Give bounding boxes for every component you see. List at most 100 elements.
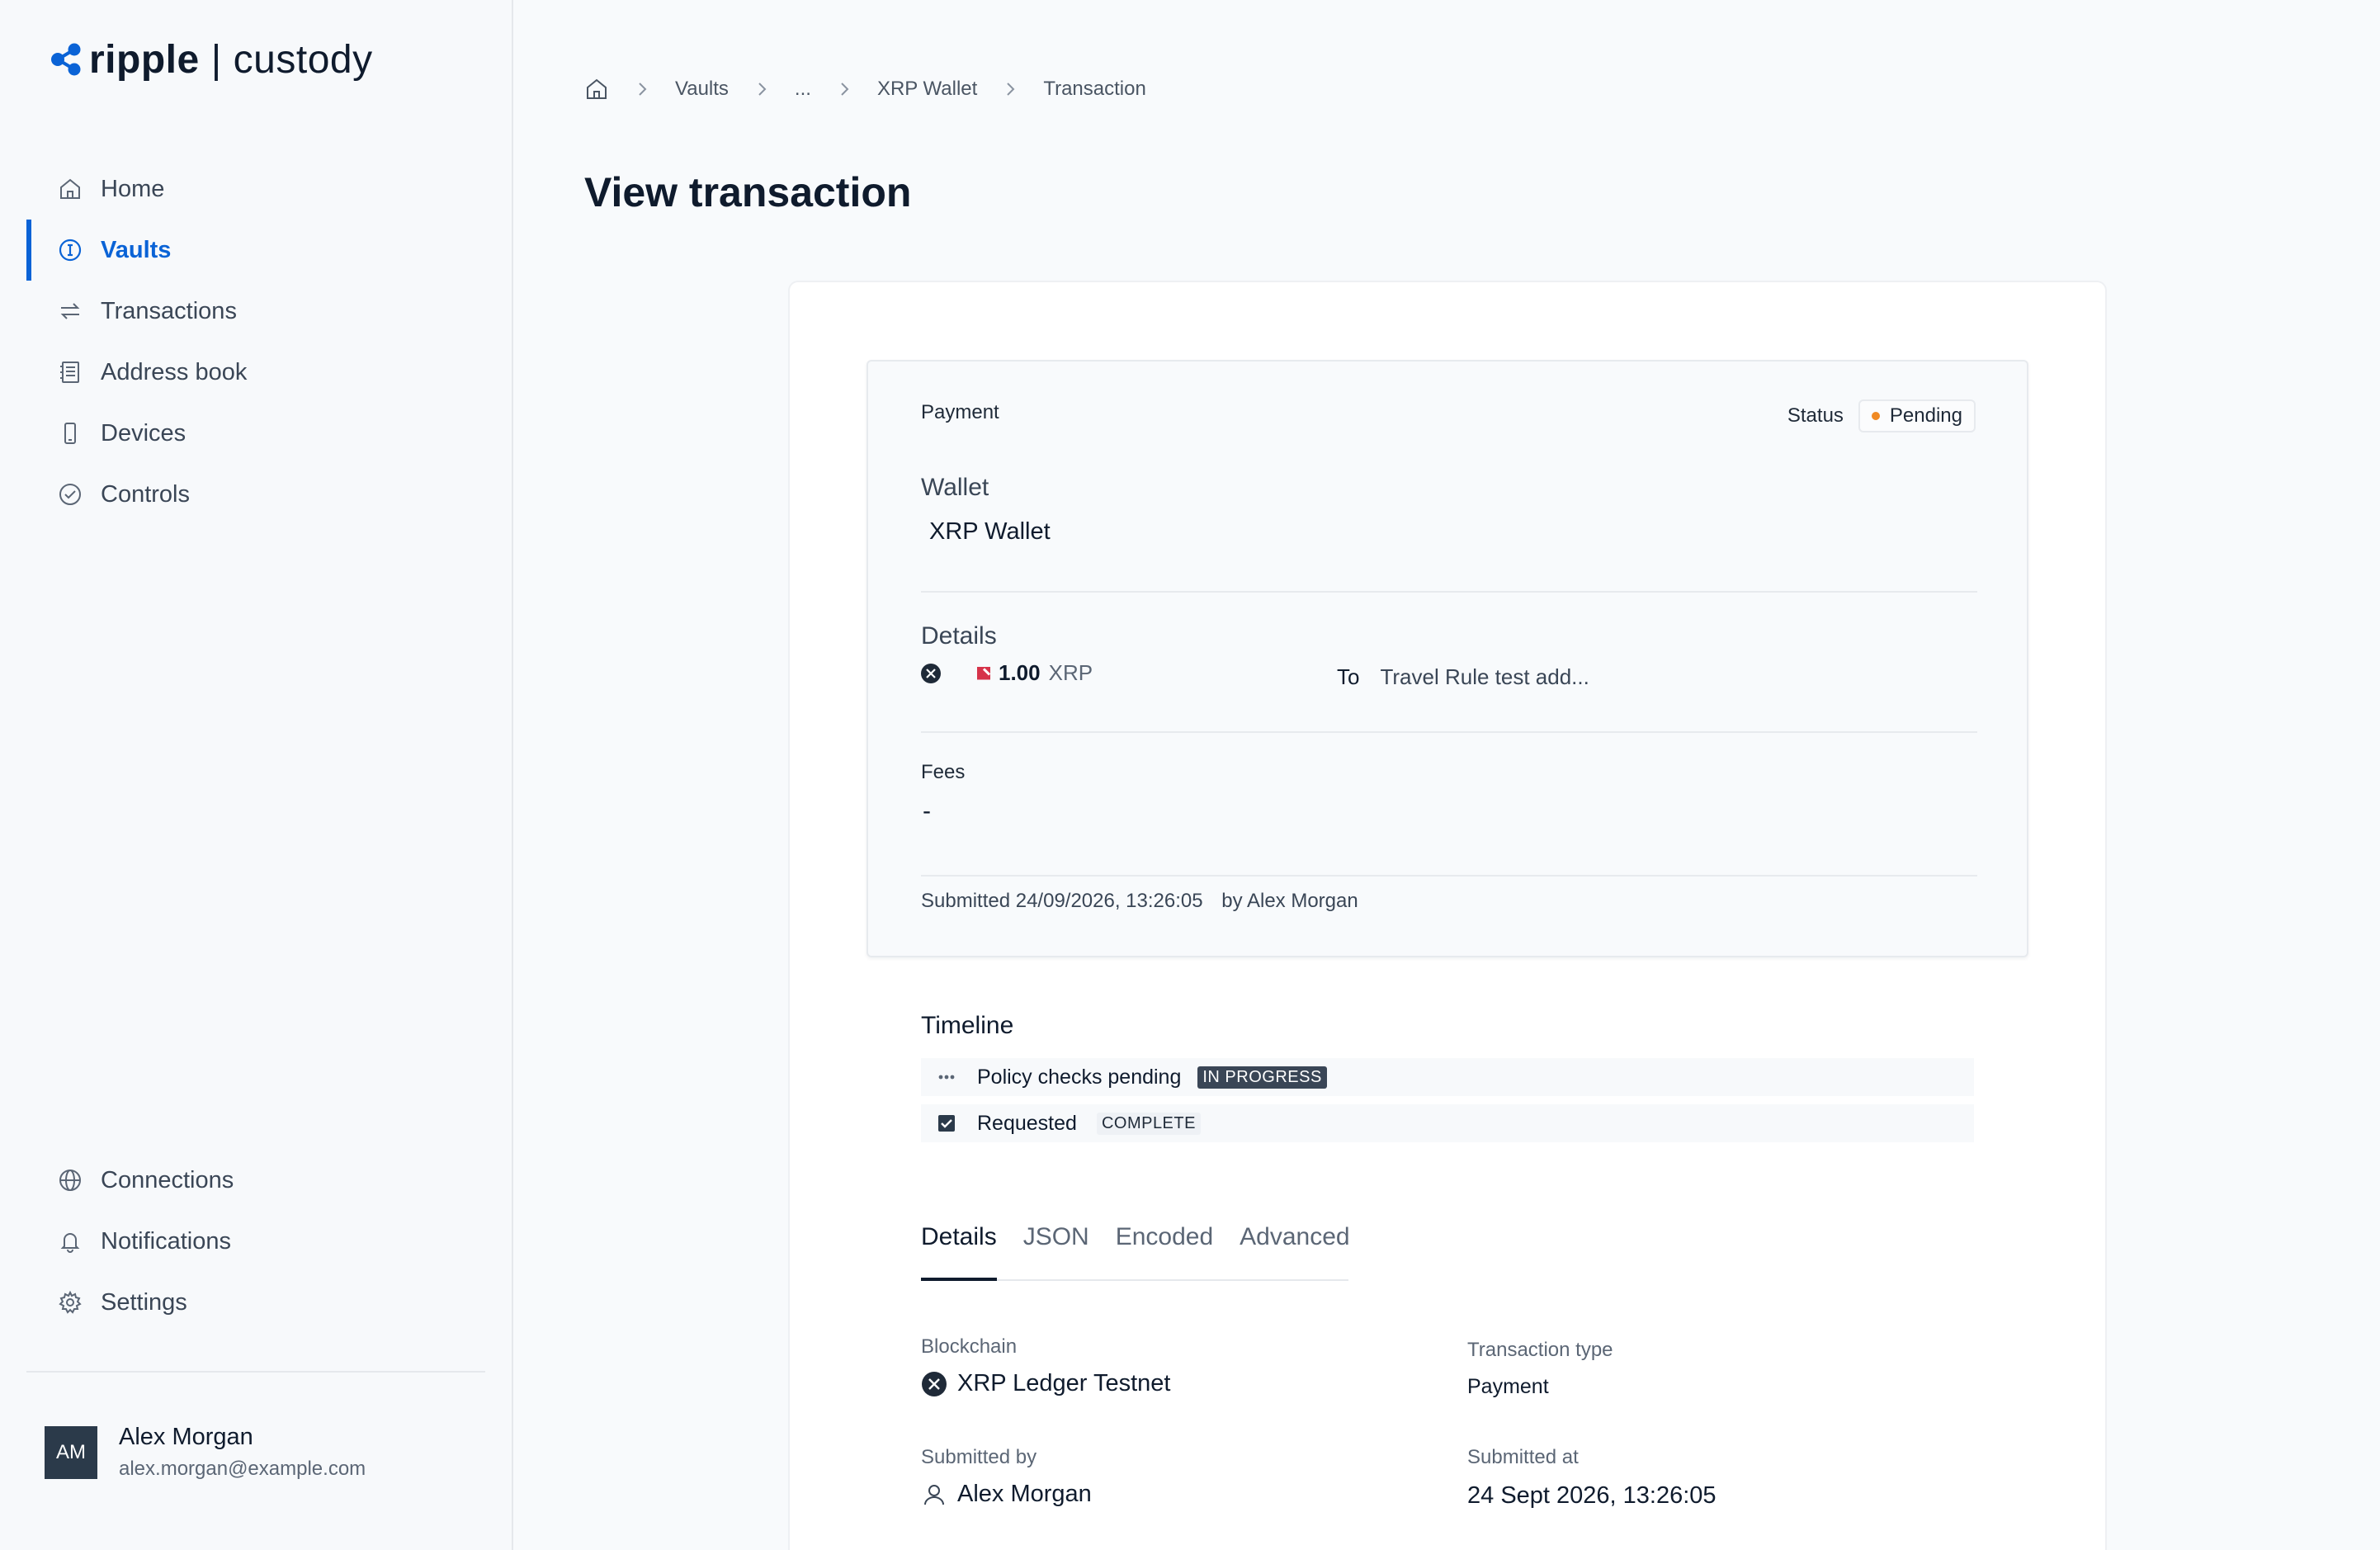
chevron-right-icon: [753, 81, 770, 97]
checkbox-checked-icon: [934, 1111, 959, 1136]
address-book-icon: [58, 360, 83, 385]
sidebar-item-label: Settings: [101, 1288, 187, 1316]
sidebar-item-settings[interactable]: Settings: [0, 1272, 513, 1333]
amount-value: 1.00: [999, 660, 1041, 685]
submitted-by: by Alex Morgan: [1221, 890, 1358, 912]
main-nav: Home Vaults Transactions Address book De…: [0, 158, 513, 525]
brand-separator: |: [210, 37, 222, 82]
divider: [921, 875, 1977, 877]
wallet-label: Wallet: [921, 474, 989, 501]
xrp-logo-icon: [921, 663, 941, 683]
sidebar-item-label: Connections: [101, 1166, 234, 1193]
sidebar-item-devices[interactable]: Devices: [0, 403, 513, 464]
sidebar-item-label: Notifications: [101, 1227, 231, 1255]
submitted-by-label: Submitted by: [921, 1446, 1037, 1468]
to-label: To: [1337, 664, 1360, 689]
blockchain-name: XRP Ledger Testnet: [957, 1370, 1171, 1396]
sidebar-item-label: Devices: [101, 419, 187, 447]
sidebar-divider: [26, 1371, 485, 1373]
amount-asset: XRP: [1048, 660, 1093, 685]
breadcrumb-home-icon[interactable]: [584, 77, 609, 102]
brand-logo[interactable]: ripple | custody: [50, 35, 373, 84]
tab-json[interactable]: JSON: [1023, 1213, 1089, 1279]
transaction-type: Payment: [921, 401, 999, 423]
transaction-type-value: Payment: [1467, 1375, 1549, 1398]
tab-details[interactable]: Details: [921, 1213, 997, 1281]
warning-flag-icon: [977, 666, 990, 680]
amount-row: 1.00 XRP: [921, 660, 1093, 686]
timeline-item: Requested COMPLETE: [921, 1104, 1974, 1142]
sidebar-item-label: Vaults: [101, 236, 172, 263]
submitted-by-value: Alex Morgan: [921, 1481, 1092, 1508]
xrp-logo-icon: [921, 1371, 947, 1397]
user-icon: [921, 1481, 947, 1508]
details-label: Details: [921, 622, 997, 650]
sidebar-item-controls[interactable]: Controls: [0, 464, 513, 525]
tab-advanced[interactable]: Advanced: [1240, 1213, 1349, 1279]
recipient-row: To Travel Rule test add...: [1337, 660, 1598, 694]
vault-icon: [58, 238, 83, 262]
gear-icon: [58, 1290, 83, 1315]
home-icon: [58, 177, 83, 201]
submitted-at-value: 24 Sept 2026, 13:26:05: [1467, 1482, 1717, 1509]
sidebar-item-connections[interactable]: Connections: [0, 1150, 513, 1211]
user-email: alex.morgan@example.com: [119, 1458, 366, 1480]
brand-name: ripple: [89, 37, 200, 82]
breadcrumb: Vaults ... XRP Wallet Transaction: [584, 73, 1146, 106]
sidebar-item-transactions[interactable]: Transactions: [0, 281, 513, 342]
timeline-title: Timeline: [921, 1012, 1014, 1039]
sidebar-item-notifications[interactable]: Notifications: [0, 1211, 513, 1272]
user-name: Alex Morgan: [119, 1424, 253, 1450]
status-badge: IN PROGRESS: [1197, 1066, 1327, 1089]
timeline-label: Requested: [977, 1111, 1077, 1135]
sidebar-item-home[interactable]: Home: [0, 158, 513, 220]
submitted-info: Submitted 24/09/2026, 13:26:05 by Alex M…: [921, 890, 1358, 913]
chevron-right-icon: [1002, 81, 1018, 97]
chevron-right-icon: [836, 81, 852, 97]
status-badge: Pending: [1858, 399, 1976, 432]
status-label: Status: [1787, 404, 1844, 427]
sidebar-item-label: Transactions: [101, 297, 237, 324]
page-title: View transaction: [584, 169, 912, 215]
fees-label: Fees: [921, 761, 966, 783]
sidebar: ripple | custody Home Vaults Transaction…: [0, 0, 513, 1550]
status-value: Pending: [1889, 404, 1962, 427]
tab-encoded[interactable]: Encoded: [1116, 1213, 1213, 1279]
detail-tabs: Details JSON Encoded Advanced: [921, 1213, 1350, 1281]
divider: [921, 591, 1977, 593]
transaction-summary: Payment Status Pending Wallet XRP Wallet…: [867, 360, 2028, 957]
transactions-icon: [58, 299, 83, 324]
globe-icon: [58, 1168, 83, 1193]
submitted-date: Submitted 24/09/2026, 13:26:05: [921, 890, 1203, 912]
chevron-right-icon: [634, 81, 650, 97]
ripple-logo-icon: [51, 43, 81, 76]
device-icon: [58, 421, 83, 446]
user-profile[interactable]: AM Alex Morgan alex.morgan@example.com: [45, 1424, 366, 1481]
submitted-at-label: Submitted at: [1467, 1446, 1579, 1468]
timeline-item: Policy checks pending IN PROGRESS: [921, 1058, 1974, 1096]
breadcrumb-vaults[interactable]: Vaults: [675, 78, 729, 101]
bell-icon: [58, 1229, 83, 1254]
sidebar-item-label: Home: [101, 175, 165, 202]
controls-icon: [58, 482, 83, 507]
fees-value: -: [923, 797, 931, 825]
sidebar-item-vaults[interactable]: Vaults: [0, 220, 513, 281]
avatar: AM: [45, 1425, 97, 1479]
submitter-name: Alex Morgan: [957, 1481, 1092, 1507]
brand-product: custody: [233, 37, 373, 82]
sidebar-item-address-book[interactable]: Address book: [0, 342, 513, 403]
blockchain-label: Blockchain: [921, 1335, 1018, 1358]
recipient-address[interactable]: Travel Rule test add...: [1371, 660, 1598, 694]
breadcrumb-ellipsis[interactable]: ...: [795, 78, 811, 101]
breadcrumb-wallet[interactable]: XRP Wallet: [877, 78, 977, 101]
status-group: Status Pending: [1787, 399, 1976, 432]
secondary-nav: Connections Notifications Settings: [0, 1150, 513, 1333]
wallet-name[interactable]: XRP Wallet: [929, 518, 1051, 546]
divider: [921, 731, 1977, 733]
sidebar-item-label: Address book: [101, 358, 248, 385]
timeline-label: Policy checks pending: [977, 1065, 1182, 1089]
more-dots-icon: [934, 1065, 959, 1089]
sidebar-item-label: Controls: [101, 480, 190, 508]
status-dot-icon: [1871, 412, 1880, 420]
transaction-type-label: Transaction type: [1467, 1339, 1613, 1361]
